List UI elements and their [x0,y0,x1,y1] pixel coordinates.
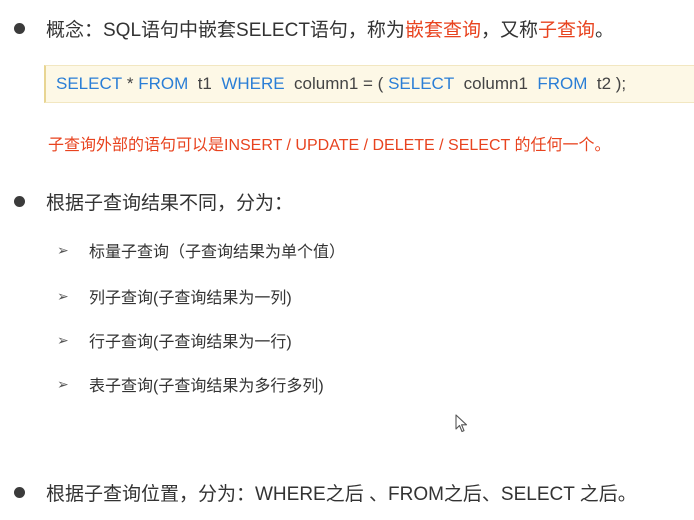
sql-code-block: SELECT * FROM t1 WHERE column1 = ( SELEC… [44,65,694,103]
bullet-concept: 概念：SQL语句中嵌套SELECT语句，称为嵌套查询，又称子查询。 [14,15,614,42]
by-position-text: 根据子查询位置，分为：WHERE之后 、FROM之后、SELECT 之后。 [46,484,637,505]
concept-text: 概念：SQL语句中嵌套SELECT语句，称为嵌套查询，又称子查询。 [46,15,614,42]
bullet-dot-icon [14,487,25,498]
code-text: column1 [454,74,538,93]
bullet-by-position: 根据子查询位置，分为：WHERE之后 、FROM之后、SELECT 之后。 [14,479,637,506]
scalar-subquery: 标量子查询（子查询结果为单个值） [89,244,346,261]
code-text: t1 [188,74,222,93]
list-item: ➢ 列子查询(子查询结果为一列) [57,284,292,308]
bullet-dot-icon [14,23,25,34]
table-subquery: 表子查询(子查询结果为多行多列) [89,378,324,395]
arrow-right-icon: ➢ [57,287,69,304]
arrow-right-icon: ➢ [57,241,69,258]
concept-suffix: 。 [594,20,614,41]
code-text: * [122,74,139,93]
bullet-dot-icon [14,196,25,207]
code-keyword: FROM [537,74,588,93]
code-keyword: SELECT [56,74,123,93]
bullet-by-result: 根据子查询结果不同，分为： [14,188,293,215]
outer-statement-note: 子查询外部的语句可以是INSERT / UPDATE / DELETE / SE… [48,137,611,154]
highlight-nested-query: 嵌套查询 [404,20,481,41]
code-keyword: SELECT [388,74,455,93]
row-subquery: 行子查询(子查询结果为一行) [89,334,292,351]
code-keyword: FROM [138,74,189,93]
concept-middle: ，又称 [480,20,538,41]
list-item: ➢ 标量子查询（子查询结果为单个值） [57,238,345,262]
arrow-right-icon: ➢ [57,375,69,392]
highlight-subquery: 子查询 [537,20,595,41]
by-result-text: 根据子查询结果不同，分为： [46,193,294,214]
list-item: ➢ 行子查询(子查询结果为一行) [57,328,292,352]
mouse-cursor-icon [455,414,468,433]
code-text: t2 ); [587,74,627,93]
code-text: column1 = ( [284,74,389,93]
concept-prefix: 概念：SQL语句中嵌套SELECT语句，称为 [46,20,405,41]
column-subquery: 列子查询(子查询结果为一列) [89,290,292,307]
code-keyword: WHERE [221,74,285,93]
list-item: ➢ 表子查询(子查询结果为多行多列) [57,372,324,396]
arrow-right-icon: ➢ [57,331,69,348]
